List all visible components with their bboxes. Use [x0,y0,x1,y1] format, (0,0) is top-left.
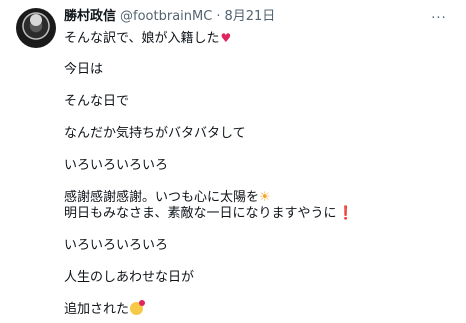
text-line-6: 感謝感謝感謝。いつも心に太陽を☀ [64,190,452,206]
text-line-10: 追加された [64,300,452,318]
text-line-7-text: 明日もみなさま、素敵な一日になりますやうに [64,206,337,221]
display-name[interactable]: 勝村政信 [64,8,116,26]
more-dots-icon: ··· [431,10,447,26]
more-options-button[interactable]: ··· [430,10,448,26]
text-line-5: いろいろいろいろ [64,158,169,173]
tweet-content: 勝村政信 @footbrainMC · 8月21日 そんな訳で、娘が入籍した♥ … [64,8,452,323]
text-line-4: なんだか気持ちがバタバタして [64,126,246,141]
red-exclamation-icon: ❗ [337,206,354,221]
sun-icon: ☀ [259,190,271,205]
post-date[interactable]: 8月21日 [224,8,275,26]
avatar[interactable] [16,8,56,48]
text-line-3: そんな日で [64,94,130,109]
handle[interactable]: @footbrainMC [120,8,212,26]
tweet[interactable]: 勝村政信 @footbrainMC · 8月21日 そんな訳で、娘が入籍した♥ … [0,0,466,323]
separator-dot: · [216,9,221,24]
text-line-2: 今日は [64,62,104,77]
text-line-7: 明日もみなさま、素敵な一日になりますやうに❗ [64,206,452,222]
smiling-face-with-hearts-icon [130,300,146,315]
avatar-column [16,8,56,323]
red-heart-icon: ♥ [220,31,232,45]
text-line-6-text: 感謝感謝感謝。いつも心に太陽を [64,190,260,205]
text-line-9: 人生のしあわせな日が [64,270,195,285]
tweet-text: そんな訳で、娘が入籍した♥ 今日は そんな日で なんだか気持ちがバタバタして い… [64,30,452,318]
text-line-1-text: そんな訳で、娘が入籍した [64,31,220,46]
text-line-1: そんな訳で、娘が入籍した♥ [64,30,452,46]
tweet-header: 勝村政信 @footbrainMC · 8月21日 [64,8,452,26]
text-line-10-text: 追加された [64,302,130,317]
text-line-8: いろいろいろいろ [64,238,169,253]
